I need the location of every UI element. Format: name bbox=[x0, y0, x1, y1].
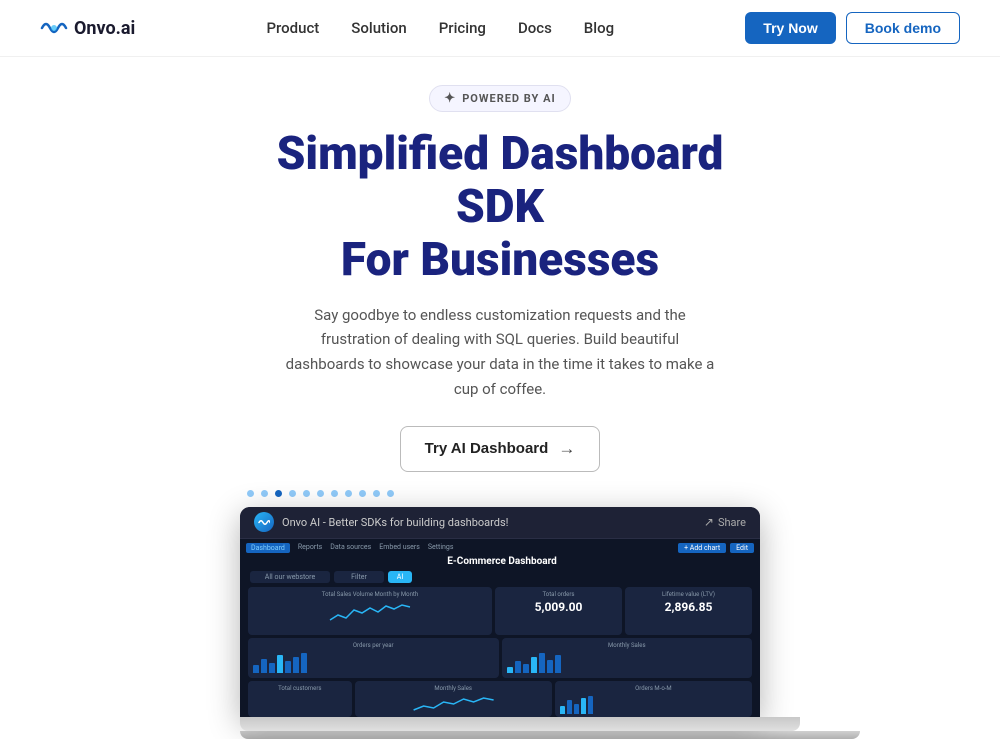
dot-10 bbox=[373, 490, 380, 497]
card-value-3: 2,896.85 bbox=[630, 600, 747, 614]
header: Onvo.ai Product Solution Pricing Docs Bl… bbox=[0, 0, 1000, 57]
dot-1 bbox=[247, 490, 254, 497]
dot-8 bbox=[345, 490, 352, 497]
card-label-3: Lifetime value (LTV) bbox=[630, 591, 747, 598]
nav-docs[interactable]: Docs bbox=[518, 19, 552, 37]
nav-blog[interactable]: Blog bbox=[584, 19, 614, 37]
dash-add-btn: + Add chart bbox=[678, 543, 726, 553]
dash-filter-2: Filter bbox=[334, 571, 384, 583]
dash-card-orders-year: Orders per year bbox=[248, 638, 499, 678]
hero-title: Simplified Dashboard SDK For Businesses bbox=[250, 128, 750, 287]
bar-2 bbox=[261, 659, 267, 673]
dot-3 bbox=[275, 490, 282, 497]
nav-pricing[interactable]: Pricing bbox=[439, 19, 486, 37]
card-label-6: Total customers bbox=[253, 685, 347, 692]
card-value-2: 5,009.00 bbox=[500, 600, 617, 614]
bar-7 bbox=[301, 653, 307, 673]
book-demo-button[interactable]: Book demo bbox=[846, 12, 960, 44]
arrow-icon: → bbox=[558, 439, 575, 459]
nav-solution[interactable]: Solution bbox=[351, 19, 406, 37]
bar-4 bbox=[277, 655, 283, 673]
dash-card-orders-mom: Orders M-o-M bbox=[555, 681, 752, 717]
card-label-1: Total Sales Volume Month by Month bbox=[253, 591, 487, 598]
card-label-7: Monthly Sales bbox=[360, 685, 547, 692]
badge-text: POWERED BY AI bbox=[462, 92, 555, 105]
dash-connect: AI bbox=[388, 571, 412, 583]
dash-card-monthly-sales-2: Monthly Sales bbox=[355, 681, 552, 717]
card-label-5: Monthly Sales bbox=[507, 642, 748, 649]
sparkle-icon: ✦ bbox=[444, 91, 456, 106]
dot-5 bbox=[303, 490, 310, 497]
laptop-base bbox=[240, 731, 860, 739]
card-label-8: Orders M-o-M bbox=[560, 685, 747, 692]
video-channel-info: Onvo AI - Better SDKs for building dashb… bbox=[254, 512, 509, 532]
dot-11 bbox=[387, 490, 394, 497]
mom-bar-2 bbox=[567, 700, 572, 714]
dashboard-title: E-Commerce Dashboard bbox=[246, 556, 754, 567]
share-icon: ↗ bbox=[704, 515, 714, 529]
channel-logo bbox=[254, 512, 274, 532]
bar-m4 bbox=[531, 657, 537, 673]
share-button[interactable]: ↗ Share bbox=[704, 515, 746, 529]
powered-badge: ✦ POWERED BY AI bbox=[429, 85, 570, 112]
try-dashboard-label: Try AI Dashboard bbox=[425, 440, 549, 457]
hero-section: ✦ POWERED BY AI Simplified Dashboard SDK… bbox=[0, 57, 1000, 739]
mom-bar-4 bbox=[581, 698, 586, 714]
logo-icon bbox=[40, 18, 68, 38]
main-nav: Product Solution Pricing Docs Blog bbox=[266, 19, 614, 37]
dot-7 bbox=[331, 490, 338, 497]
dash-nav-reports: Reports bbox=[298, 543, 322, 553]
dot-2 bbox=[261, 490, 268, 497]
dash-nav-embed: Embed users bbox=[379, 543, 420, 553]
dots-indicator bbox=[247, 490, 394, 497]
channel-name: Onvo AI - Better SDKs for building dashb… bbox=[282, 516, 509, 529]
channel-logo-icon bbox=[258, 518, 270, 527]
bar-m6 bbox=[547, 660, 553, 673]
mom-bar-3 bbox=[574, 704, 579, 714]
bar-1 bbox=[253, 665, 259, 673]
hero-title-line1: Simplified Dashboard SDK bbox=[277, 127, 724, 234]
sales-line-chart bbox=[253, 600, 487, 625]
dash-card-monthly-sales: Monthly Sales bbox=[502, 638, 753, 678]
dash-card-lifetime: Lifetime value (LTV) 2,896.85 bbox=[625, 587, 752, 635]
dash-nav-settings: Settings bbox=[428, 543, 454, 553]
nav-product[interactable]: Product bbox=[266, 19, 319, 37]
bar-3 bbox=[269, 663, 275, 673]
bar-m1 bbox=[507, 667, 513, 673]
mom-bar-1 bbox=[560, 706, 565, 714]
try-now-button[interactable]: Try Now bbox=[745, 12, 835, 44]
bar-5 bbox=[285, 661, 291, 673]
dash-card-sales-volume: Total Sales Volume Month by Month bbox=[248, 587, 492, 635]
card-label-2: Total orders bbox=[500, 591, 617, 598]
dash-card-total-orders: Total orders 5,009.00 bbox=[495, 587, 622, 635]
video-top-bar: Onvo AI - Better SDKs for building dashb… bbox=[240, 507, 760, 539]
bar-m3 bbox=[523, 664, 529, 673]
bar-6 bbox=[293, 657, 299, 673]
logo-text: Onvo.ai bbox=[74, 18, 135, 39]
mom-bar-5 bbox=[588, 696, 593, 714]
dash-nav-active: Dashboard bbox=[246, 543, 290, 553]
laptop-hinge bbox=[240, 717, 800, 731]
logo[interactable]: Onvo.ai bbox=[40, 18, 135, 39]
bar-m5 bbox=[539, 653, 545, 673]
hero-subtitle: Say goodbye to endless customization req… bbox=[280, 303, 720, 402]
bar-m2 bbox=[515, 661, 521, 673]
try-dashboard-button[interactable]: Try AI Dashboard → bbox=[400, 426, 601, 472]
bar-m7 bbox=[555, 655, 561, 673]
dot-6 bbox=[317, 490, 324, 497]
dash-filter-1: All our webstore bbox=[250, 571, 330, 583]
dash-card-total-customers: Total customers bbox=[248, 681, 352, 717]
dot-9 bbox=[359, 490, 366, 497]
dot-4 bbox=[289, 490, 296, 497]
video-preview[interactable]: Onvo AI - Better SDKs for building dashb… bbox=[240, 507, 760, 717]
hero-title-line2: For Businesses bbox=[341, 233, 659, 287]
header-buttons: Try Now Book demo bbox=[745, 12, 960, 44]
card-label-4: Orders per year bbox=[253, 642, 494, 649]
dashboard-preview: Dashboard Reports Data sources Embed use… bbox=[240, 539, 760, 717]
dash-edit-btn: Edit bbox=[730, 543, 754, 553]
dash-nav-data: Data sources bbox=[330, 543, 371, 553]
share-label: Share bbox=[718, 516, 746, 529]
video-preview-container[interactable]: Onvo AI - Better SDKs for building dashb… bbox=[240, 507, 760, 739]
monthly-line-chart bbox=[360, 694, 547, 714]
